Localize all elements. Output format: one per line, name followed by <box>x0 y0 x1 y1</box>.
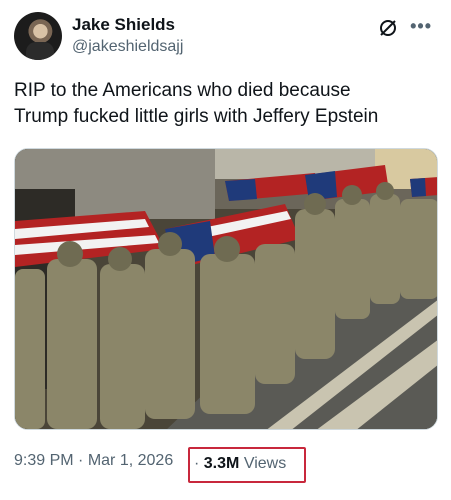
views-label: Views <box>243 455 287 472</box>
separator-dot: · <box>194 455 200 472</box>
author-handle[interactable]: @jakeshieldsajj <box>72 38 183 56</box>
tweet-text-line: Trump fucked little girls with Jeffery E… <box>14 106 379 127</box>
tweet-photo[interactable] <box>14 148 438 430</box>
separator-dot: · <box>78 452 84 469</box>
tweet-time: 9:39 PM <box>14 452 74 469</box>
avatar-figure <box>26 42 54 60</box>
flag-draped-casket <box>410 177 437 197</box>
tweet-date: Mar 1, 2026 <box>87 452 174 469</box>
tweet-text-line: RIP to the Americans who died because <box>14 80 351 101</box>
tweet-header: Jake Shields @jakeshieldsajj ••• <box>14 12 438 62</box>
more-options-icon[interactable]: ••• <box>410 16 432 37</box>
avatar[interactable] <box>14 12 62 60</box>
view-count[interactable]: · 3.3M Views <box>194 455 286 473</box>
photo-scene <box>15 149 437 429</box>
author-name[interactable]: Jake Shields <box>72 15 175 35</box>
views-count: 3.3M <box>203 455 240 472</box>
grok-icon[interactable] <box>378 18 398 38</box>
tweet-timestamp[interactable]: 9:39 PM · Mar 1, 2026 <box>14 452 173 470</box>
tweet-text: RIP to the Americans who died because Tr… <box>14 78 438 130</box>
